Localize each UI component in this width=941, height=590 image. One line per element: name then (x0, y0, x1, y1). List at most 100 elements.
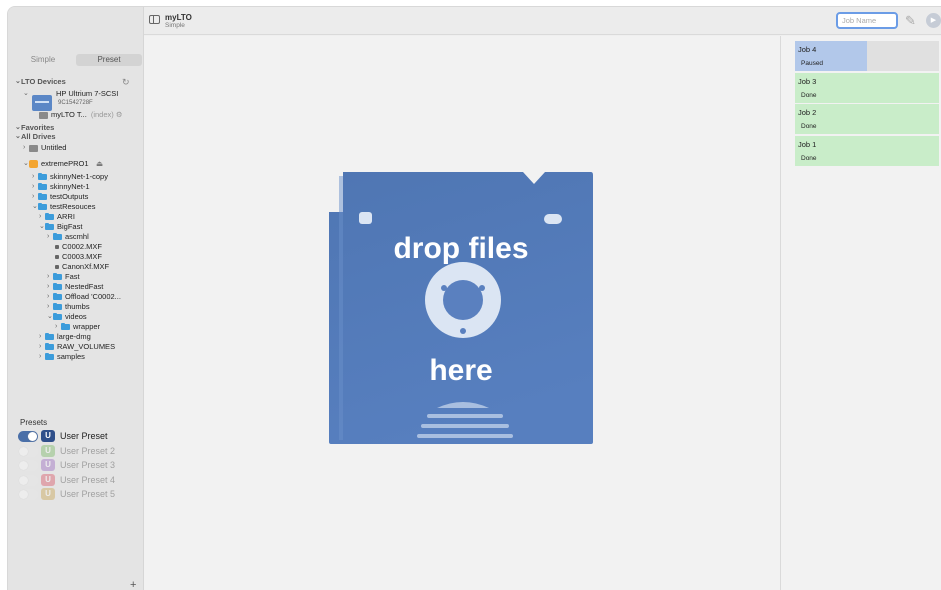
sidebar-toggle-icon[interactable] (149, 15, 160, 24)
pencil-icon[interactable]: ✎ (905, 13, 916, 29)
file-icon (55, 255, 59, 259)
lto-devices-header[interactable]: ⌄ LTO Devices (15, 77, 66, 87)
folder-icon (45, 212, 54, 220)
job-name-input[interactable] (836, 12, 898, 29)
file-icon (55, 245, 59, 249)
app-subtitle: Simple (165, 22, 185, 29)
folder-icon (53, 302, 62, 310)
folder-icon (53, 282, 62, 290)
tape-icon (39, 111, 48, 119)
tree-item[interactable]: CanonXf.MXF (55, 262, 109, 272)
device-chevron[interactable]: ⌄ (23, 89, 29, 99)
tree-item[interactable]: ⌄ BigFast (39, 222, 82, 232)
preset-badge: U (41, 488, 55, 500)
drive-untitled[interactable]: › Untitled (23, 143, 66, 153)
tree-item[interactable]: › ARRI (39, 212, 75, 222)
job-name: Job 3 (798, 77, 817, 86)
preset-item[interactable]: U User Preset (18, 430, 108, 442)
folder-icon (45, 352, 54, 360)
job-name: Job 2 (798, 108, 817, 117)
tree-item[interactable]: › samples (39, 352, 85, 362)
job-list: Job 4 Paused Job 3 Done Job 2 Done Job 1… (780, 36, 941, 590)
tree-item[interactable]: › Offload 'C0002... (47, 292, 121, 302)
tape-tag: (index) (90, 110, 114, 119)
preset-toggle[interactable] (18, 445, 38, 457)
tree-item[interactable]: › testOutputs (32, 192, 88, 202)
folder-icon (38, 202, 47, 210)
preset-label: User Preset 2 (60, 446, 116, 456)
job-status: Done (801, 123, 817, 130)
job-status: Paused (801, 60, 824, 67)
preset-label: User Preset 5 (60, 489, 116, 499)
folder-icon (53, 232, 62, 240)
preset-toggle[interactable] (18, 459, 38, 471)
tree-item[interactable]: › large-dmg (39, 332, 91, 342)
app-title: myLTO (165, 13, 192, 22)
preset-toggle[interactable] (18, 474, 38, 486)
drop-text-line2: here (429, 354, 493, 387)
folder-icon (53, 312, 62, 320)
tree-item[interactable]: C0002.MXF (55, 242, 102, 252)
tree-item[interactable]: › NestedFast (47, 282, 103, 292)
all-drives-header[interactable]: ⌄ All Drives (15, 132, 56, 142)
tape-settings-icon[interactable]: ⚙ (116, 110, 123, 120)
tree-item[interactable]: › RAW_VOLUMES (39, 342, 115, 352)
mode-segmented-control: Simple Preset (10, 54, 142, 66)
tree-item[interactable]: › skinnyNet-1-copy (32, 172, 108, 182)
folder-icon (38, 182, 47, 190)
preset-item[interactable]: U User Preset 4 (18, 474, 115, 486)
folder-icon (53, 292, 62, 300)
tree-item[interactable]: ⌄ videos (47, 312, 87, 322)
tree-item[interactable]: › skinnyNet-1 (32, 182, 90, 192)
tree-item[interactable]: › thumbs (47, 302, 90, 312)
toolbar: myLTO Simple ✎ ▶ (144, 7, 941, 35)
tape-drive-icon (32, 95, 52, 111)
folder-icon (45, 332, 54, 340)
external-drive-icon (29, 160, 38, 168)
job-item[interactable]: Job 4 Paused (795, 41, 939, 71)
drive-extremepro1[interactable]: ⌄ extremePRO1 (23, 159, 89, 169)
preset-badge: U (41, 430, 55, 442)
preset-item[interactable]: U User Preset 3 (18, 459, 115, 471)
preset-item[interactable]: U User Preset 5 (18, 488, 115, 500)
drop-zone[interactable]: drop files here (329, 172, 593, 444)
preset-toggle[interactable] (18, 488, 38, 500)
folder-icon (61, 322, 70, 330)
tree-item[interactable]: C0003.MXF (55, 252, 102, 262)
preset-badge: U (41, 445, 55, 457)
device-serial: 9C1542728F (58, 100, 93, 106)
preset-badge: U (41, 459, 55, 471)
folder-icon (45, 222, 54, 230)
refresh-icon[interactable]: ↻ (122, 77, 130, 87)
preset-label: User Preset 4 (60, 475, 116, 485)
start-button[interactable]: ▶ (926, 13, 941, 28)
job-item[interactable]: Job 3 Done (795, 73, 939, 103)
tree-item[interactable]: › wrapper (55, 322, 100, 332)
mode-simple[interactable]: Simple (10, 54, 76, 66)
disk-icon (29, 144, 38, 152)
job-status: Done (801, 155, 817, 162)
tree-item[interactable]: › Fast (47, 272, 80, 282)
add-preset-button[interactable]: + (130, 579, 136, 590)
tape-cartridge-icon (329, 172, 593, 444)
folder-icon (53, 272, 62, 280)
sidebar: Simple Preset ⌄ LTO Devices ↻ ⌄ HP Ultriu… (8, 7, 144, 590)
folder-icon (38, 172, 47, 180)
preset-label: User Preset (60, 431, 108, 441)
tree-item[interactable]: ⌄ testResouces (32, 202, 95, 212)
preset-item[interactable]: U User Preset 2 (18, 445, 115, 457)
mode-preset[interactable]: Preset (76, 54, 142, 66)
job-item[interactable]: Job 2 Done (795, 104, 939, 134)
preset-badge: U (41, 474, 55, 486)
job-item[interactable]: Job 1 Done (795, 136, 939, 166)
job-name: Job 1 (798, 140, 817, 149)
presets-title: Presets (20, 418, 48, 427)
tree-item[interactable]: › ascmhl (47, 232, 89, 242)
job-status: Done (801, 92, 817, 99)
preset-label: User Preset 3 (60, 460, 116, 470)
eject-icon[interactable]: ⏏ (96, 159, 103, 169)
preset-toggle[interactable] (18, 430, 38, 442)
job-name: Job 4 (798, 45, 817, 54)
tape-item[interactable]: myLTO T... (index) ⚙ (39, 110, 123, 120)
folder-icon (38, 192, 47, 200)
